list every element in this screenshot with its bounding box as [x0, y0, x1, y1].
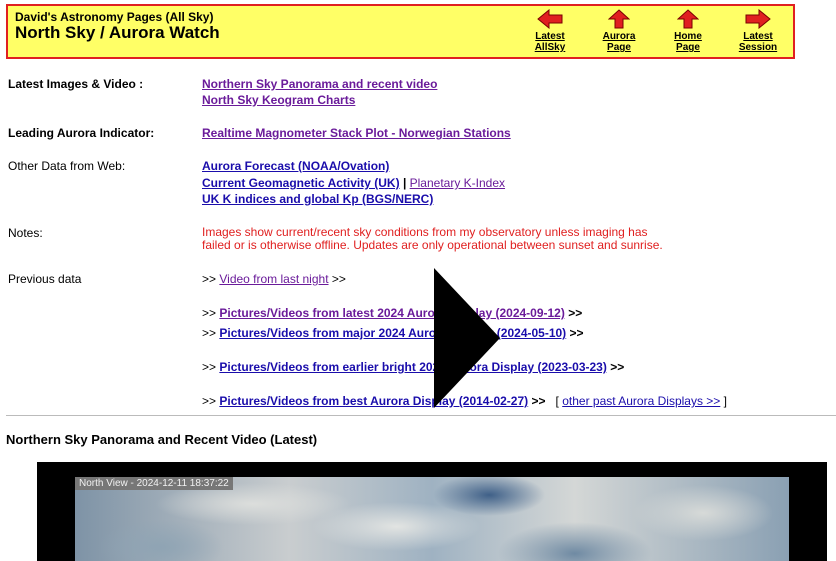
right-arrow-icon	[745, 9, 771, 29]
nav-latest-session-button[interactable]: Latest Session	[730, 9, 786, 53]
video-last-night-link[interactable]: Video from last night	[219, 272, 328, 286]
nav-label-line2: Page	[676, 42, 700, 53]
magnetometer-plot-link[interactable]: Realtime Magnometer Stack Plot - Norwegi…	[202, 126, 511, 140]
page-title: North Sky / Aurora Watch	[15, 23, 220, 42]
notes-text-line2: failed or is otherwise offline. Updates …	[202, 238, 663, 252]
nav-home-page-button[interactable]: Home Page	[660, 9, 716, 53]
page-header: David's Astronomy Pages (All Sky) North …	[6, 4, 795, 59]
planetary-k-index-link[interactable]: Planetary K-Index	[410, 176, 505, 190]
uk-k-indices-link[interactable]: UK K indices and global Kp (BGS/NERC)	[202, 192, 433, 206]
aurora-forecast-link[interactable]: Aurora Forecast (NOAA/Ovation)	[202, 159, 389, 173]
nav-label-line1: Latest	[535, 31, 565, 42]
nav-label-line2: Session	[738, 42, 778, 53]
previous-data-label: Previous data	[8, 272, 82, 286]
nav-latest-allsky-button[interactable]: Latest AllSky	[522, 9, 578, 53]
video-last-night-line: >> Video from last night >>	[202, 272, 346, 286]
nav-label-line1: Latest	[743, 31, 773, 42]
nav-aurora-page-button[interactable]: Aurora Page	[591, 9, 647, 53]
panorama-video-link[interactable]: Northern Sky Panorama and recent video	[202, 77, 437, 91]
previous-item-line: >> Pictures/Videos from earlier bright 2…	[202, 360, 624, 374]
up-arrow-icon	[608, 9, 630, 29]
arrow-prefix: >>	[202, 326, 217, 340]
section-divider	[6, 415, 836, 416]
video-player[interactable]: North View - 2024-12-11 18:37:22	[37, 462, 827, 561]
aurora-2024-05-link[interactable]: Pictures/Videos from major 2024 Aurora D…	[219, 326, 566, 340]
aurora-2023-03-link[interactable]: Pictures/Videos from earlier bright 2023…	[219, 360, 607, 374]
arrow-suffix: >>	[568, 306, 583, 320]
arrow-suffix: >>	[331, 272, 346, 286]
bracket-open: [	[555, 394, 559, 408]
nav-label-line2: Page	[607, 42, 631, 53]
arrow-suffix: >>	[569, 326, 584, 340]
previous-item-line: >> Pictures/Videos from latest 2024 Auro…	[202, 306, 582, 320]
nav-label-line2: AllSky	[534, 42, 566, 53]
link-separator: |	[402, 176, 407, 190]
up-arrow-icon	[677, 9, 699, 29]
arrow-prefix: >>	[202, 360, 217, 374]
site-title: David's Astronomy Pages (All Sky)	[15, 10, 214, 24]
nav-label-line1: Aurora	[602, 31, 636, 42]
latest-images-label: Latest Images & Video :	[8, 77, 144, 91]
previous-item-line: >> Pictures/Videos from major 2024 Auror…	[202, 326, 584, 340]
arrow-suffix: >>	[531, 394, 546, 408]
left-arrow-icon	[537, 9, 563, 29]
leading-indicator-label: Leading Aurora Indicator:	[8, 126, 155, 140]
play-icon[interactable]	[434, 268, 500, 408]
notes-label: Notes:	[8, 226, 43, 240]
arrow-suffix: >>	[610, 360, 625, 374]
arrow-prefix: >>	[202, 272, 217, 286]
arrow-prefix: >>	[202, 306, 217, 320]
camera-timestamp: North View - 2024-12-11 18:37:22	[75, 477, 233, 490]
other-data-label: Other Data from Web:	[8, 159, 126, 173]
other-past-displays-link[interactable]: other past Aurora Displays >>	[562, 394, 720, 408]
aurora-2024-09-link[interactable]: Pictures/Videos from latest 2024 Aurora …	[219, 306, 565, 320]
sky-image: North View - 2024-12-11 18:37:22	[75, 477, 789, 561]
bracket-close: ]	[723, 394, 727, 408]
nav-label-line1: Home	[674, 31, 702, 42]
geomagnetic-activity-link[interactable]: Current Geomagnetic Activity (UK)	[202, 176, 400, 190]
arrow-prefix: >>	[202, 394, 217, 408]
section-heading: Northern Sky Panorama and Recent Video (…	[6, 432, 318, 447]
keogram-charts-link[interactable]: North Sky Keogram Charts	[202, 93, 355, 107]
